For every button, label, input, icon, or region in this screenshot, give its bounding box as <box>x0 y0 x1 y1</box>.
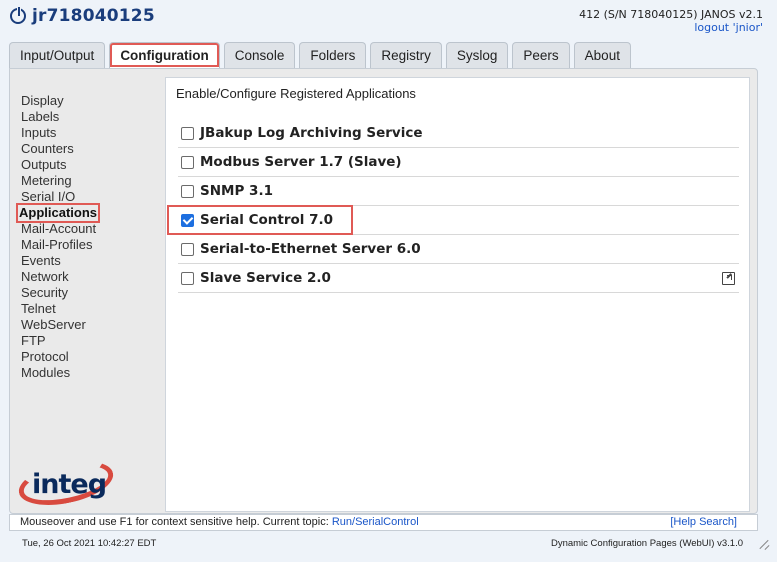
sidebar-item-inputs[interactable]: Inputs <box>21 125 98 141</box>
sidebar-item-protocol[interactable]: Protocol <box>21 349 98 365</box>
config-sidebar: Display Labels Inputs Counters Outputs M… <box>15 93 101 381</box>
sidebar-item-counters[interactable]: Counters <box>21 141 98 157</box>
resize-grip-icon[interactable] <box>759 539 769 549</box>
sidebar-item-display[interactable]: Display <box>21 93 98 109</box>
application-label[interactable]: Modbus Server 1.7 (Slave) <box>200 154 402 170</box>
page-header: jr718040125 412 (S/N 718040125) JANOS v2… <box>0 0 777 42</box>
sidebar-item-outputs[interactable]: Outputs <box>21 157 98 173</box>
sidebar-item-metering[interactable]: Metering <box>21 173 98 189</box>
logout-link[interactable]: logout 'jnior' <box>579 21 763 34</box>
help-topic-link[interactable]: Run/SerialControl <box>332 516 419 528</box>
help-search-link[interactable]: [Help Search] <box>670 515 737 530</box>
main-tabs: Input/Output Configuration Console Folde… <box>9 42 635 68</box>
device-info: 412 (S/N 718040125) JANOS v2.1 <box>579 8 763 21</box>
integ-logo: integ <box>14 453 128 513</box>
sidebar-item-telnet[interactable]: Telnet <box>21 301 98 317</box>
application-checkbox[interactable] <box>181 126 194 140</box>
application-label[interactable]: Slave Service 2.0 <box>200 270 331 286</box>
application-list: JBakup Log Archiving Service Modbus Serv… <box>167 119 739 293</box>
sidebar-item-events[interactable]: Events <box>21 253 98 269</box>
device-name: jr718040125 <box>32 6 155 26</box>
sidebar-item-labels[interactable]: Labels <box>21 109 98 125</box>
sidebar-item-webserver[interactable]: WebServer <box>21 317 98 333</box>
application-checkbox[interactable] <box>181 242 194 256</box>
tab-input-output[interactable]: Input/Output <box>9 42 106 68</box>
page-title: Enable/Configure Registered Applications <box>176 86 416 101</box>
help-bar: Mouseover and use F1 for context sensiti… <box>9 514 758 531</box>
webui-version: Dynamic Configuration Pages (WebUI) v3.1… <box>550 538 743 549</box>
help-text: Mouseover and use F1 for context sensiti… <box>20 516 332 528</box>
applications-content: Enable/Configure Registered Applications… <box>165 77 750 512</box>
application-label[interactable]: Serial-to-Ethernet Server 6.0 <box>200 241 421 257</box>
timestamp: Tue, 26 Oct 2021 10:42:27 EDT <box>22 538 157 549</box>
sidebar-item-mail-profiles[interactable]: Mail-Profiles <box>21 237 98 253</box>
open-external-icon[interactable] <box>722 272 735 285</box>
application-checkbox[interactable] <box>181 271 194 285</box>
application-row[interactable]: JBakup Log Archiving Service <box>178 119 739 148</box>
sidebar-item-applications[interactable]: Applications <box>15 203 101 223</box>
tab-about[interactable]: About <box>573 42 631 68</box>
help-text-block: Mouseover and use F1 for context sensiti… <box>20 515 419 530</box>
application-row[interactable]: Serial-to-Ethernet Server 6.0 <box>178 235 739 264</box>
tab-folders[interactable]: Folders <box>299 42 367 68</box>
tab-peers[interactable]: Peers <box>512 42 570 68</box>
power-icon[interactable] <box>10 7 26 24</box>
highlight-box <box>167 205 353 235</box>
brand: jr718040125 <box>10 6 155 26</box>
tab-syslog[interactable]: Syslog <box>445 42 509 68</box>
application-checkbox[interactable] <box>181 155 194 169</box>
application-label[interactable]: SNMP 3.1 <box>200 183 273 199</box>
device-info-block: 412 (S/N 718040125) JANOS v2.1 logout 'j… <box>579 8 763 34</box>
tab-configuration[interactable]: Configuration <box>109 42 220 68</box>
sidebar-item-ftp[interactable]: FTP <box>21 333 98 349</box>
tab-console[interactable]: Console <box>223 42 296 68</box>
tab-registry[interactable]: Registry <box>370 42 442 68</box>
sidebar-item-security[interactable]: Security <box>21 285 98 301</box>
application-checkbox[interactable] <box>181 184 194 198</box>
application-label[interactable]: JBakup Log Archiving Service <box>200 125 423 141</box>
logo-text: integ <box>32 469 107 500</box>
application-row[interactable]: Modbus Server 1.7 (Slave) <box>178 148 739 177</box>
page-footer: Tue, 26 Oct 2021 10:42:27 EDT Dynamic Co… <box>0 535 777 562</box>
sidebar-item-network[interactable]: Network <box>21 269 98 285</box>
sidebar-item-modules[interactable]: Modules <box>21 365 98 381</box>
config-panel: Display Labels Inputs Counters Outputs M… <box>9 68 758 514</box>
application-row[interactable]: Serial Control 7.0 <box>167 205 739 235</box>
application-row[interactable]: Slave Service 2.0 <box>178 264 739 293</box>
application-row[interactable]: SNMP 3.1 <box>178 177 739 206</box>
sidebar-item-mail-account[interactable]: Mail-Account <box>21 221 98 237</box>
sidebar-item-serial-io[interactable]: Serial I/O <box>21 189 98 205</box>
